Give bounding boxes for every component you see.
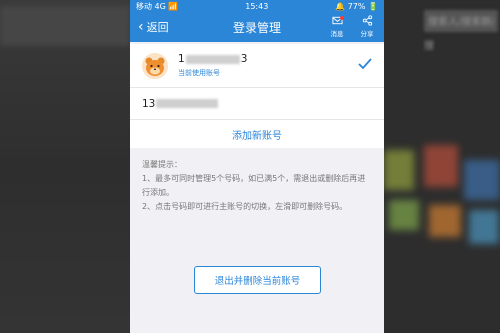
background-tile <box>424 145 458 187</box>
account-row-second[interactable]: 13 <box>130 88 384 120</box>
checkmark-icon <box>358 58 372 70</box>
logout-delete-button[interactable]: 退出并删除当前账号 <box>194 266 321 294</box>
back-label: 返回 <box>146 21 169 34</box>
status-bar: 移动 4G 📶 15:43 🔔 77% 🔋 <box>130 0 384 12</box>
back-button[interactable]: ‹ 返回 <box>138 19 169 35</box>
message-label: 消息 <box>330 30 344 38</box>
account-number-prefix: 1 <box>178 53 185 65</box>
nav-header: ‹ 返回 登录管理 消息 分享 <box>130 12 384 42</box>
notification-dot <box>340 16 344 20</box>
add-account-button[interactable]: 添加新账号 <box>130 120 384 148</box>
background-blur-bar <box>0 6 130 46</box>
background-right-panel: 搜索人/搜索群/搜 <box>384 0 500 333</box>
background-tile <box>464 160 500 200</box>
cat-avatar-icon <box>142 52 168 79</box>
account-list: 1 3 当前使用账号 13 添加新账号 <box>130 44 384 148</box>
share-label: 分享 <box>360 30 374 38</box>
background-tile <box>384 150 414 190</box>
account-info: 1 3 当前使用账号 <box>178 53 247 78</box>
background-left-panel <box>0 0 130 333</box>
account-number-prefix: 13 <box>142 97 156 110</box>
share-button[interactable]: 分享 <box>356 15 378 38</box>
background-tile <box>389 200 419 230</box>
phone-screen: 移动 4G 📶 15:43 🔔 77% 🔋 ‹ 返回 登录管理 消息 分享 1 … <box>130 0 384 333</box>
tips-line-2: 2、点击号码即可进行主账号的切换，左滑即可删除号码。 <box>142 202 348 211</box>
chevron-left-icon: ‹ <box>138 19 144 35</box>
avatar <box>142 52 168 79</box>
battery-status: 🔔 77% 🔋 <box>335 1 378 11</box>
background-search-text: 搜索人/搜索群/搜 <box>424 17 495 52</box>
tips-line-1: 1、最多可同时管理5个号码，如已满5个，需退出或删除后再进行添加。 <box>142 174 366 197</box>
current-account-label: 当前使用账号 <box>178 69 220 77</box>
status-time: 15:43 <box>245 1 269 11</box>
background-search-box: 搜索人/搜索群/搜 <box>424 10 498 52</box>
background-tile <box>429 205 461 237</box>
account-row-current[interactable]: 1 3 当前使用账号 <box>130 44 384 88</box>
account-number-suffix: 3 <box>240 53 248 65</box>
tips-heading: 温馨提示： <box>142 160 182 169</box>
account-number: 1 3 <box>178 53 247 65</box>
number-mask <box>156 99 219 108</box>
tips-section: 温馨提示： 1、最多可同时管理5个号码，如已满5个，需退出或删除后再进行添加。 … <box>130 148 384 214</box>
message-button[interactable]: 消息 <box>326 15 348 38</box>
share-icon <box>362 15 372 26</box>
carrier-signal: 移动 4G 📶 <box>136 1 179 11</box>
background-tile <box>469 210 499 244</box>
number-mask <box>185 54 240 64</box>
